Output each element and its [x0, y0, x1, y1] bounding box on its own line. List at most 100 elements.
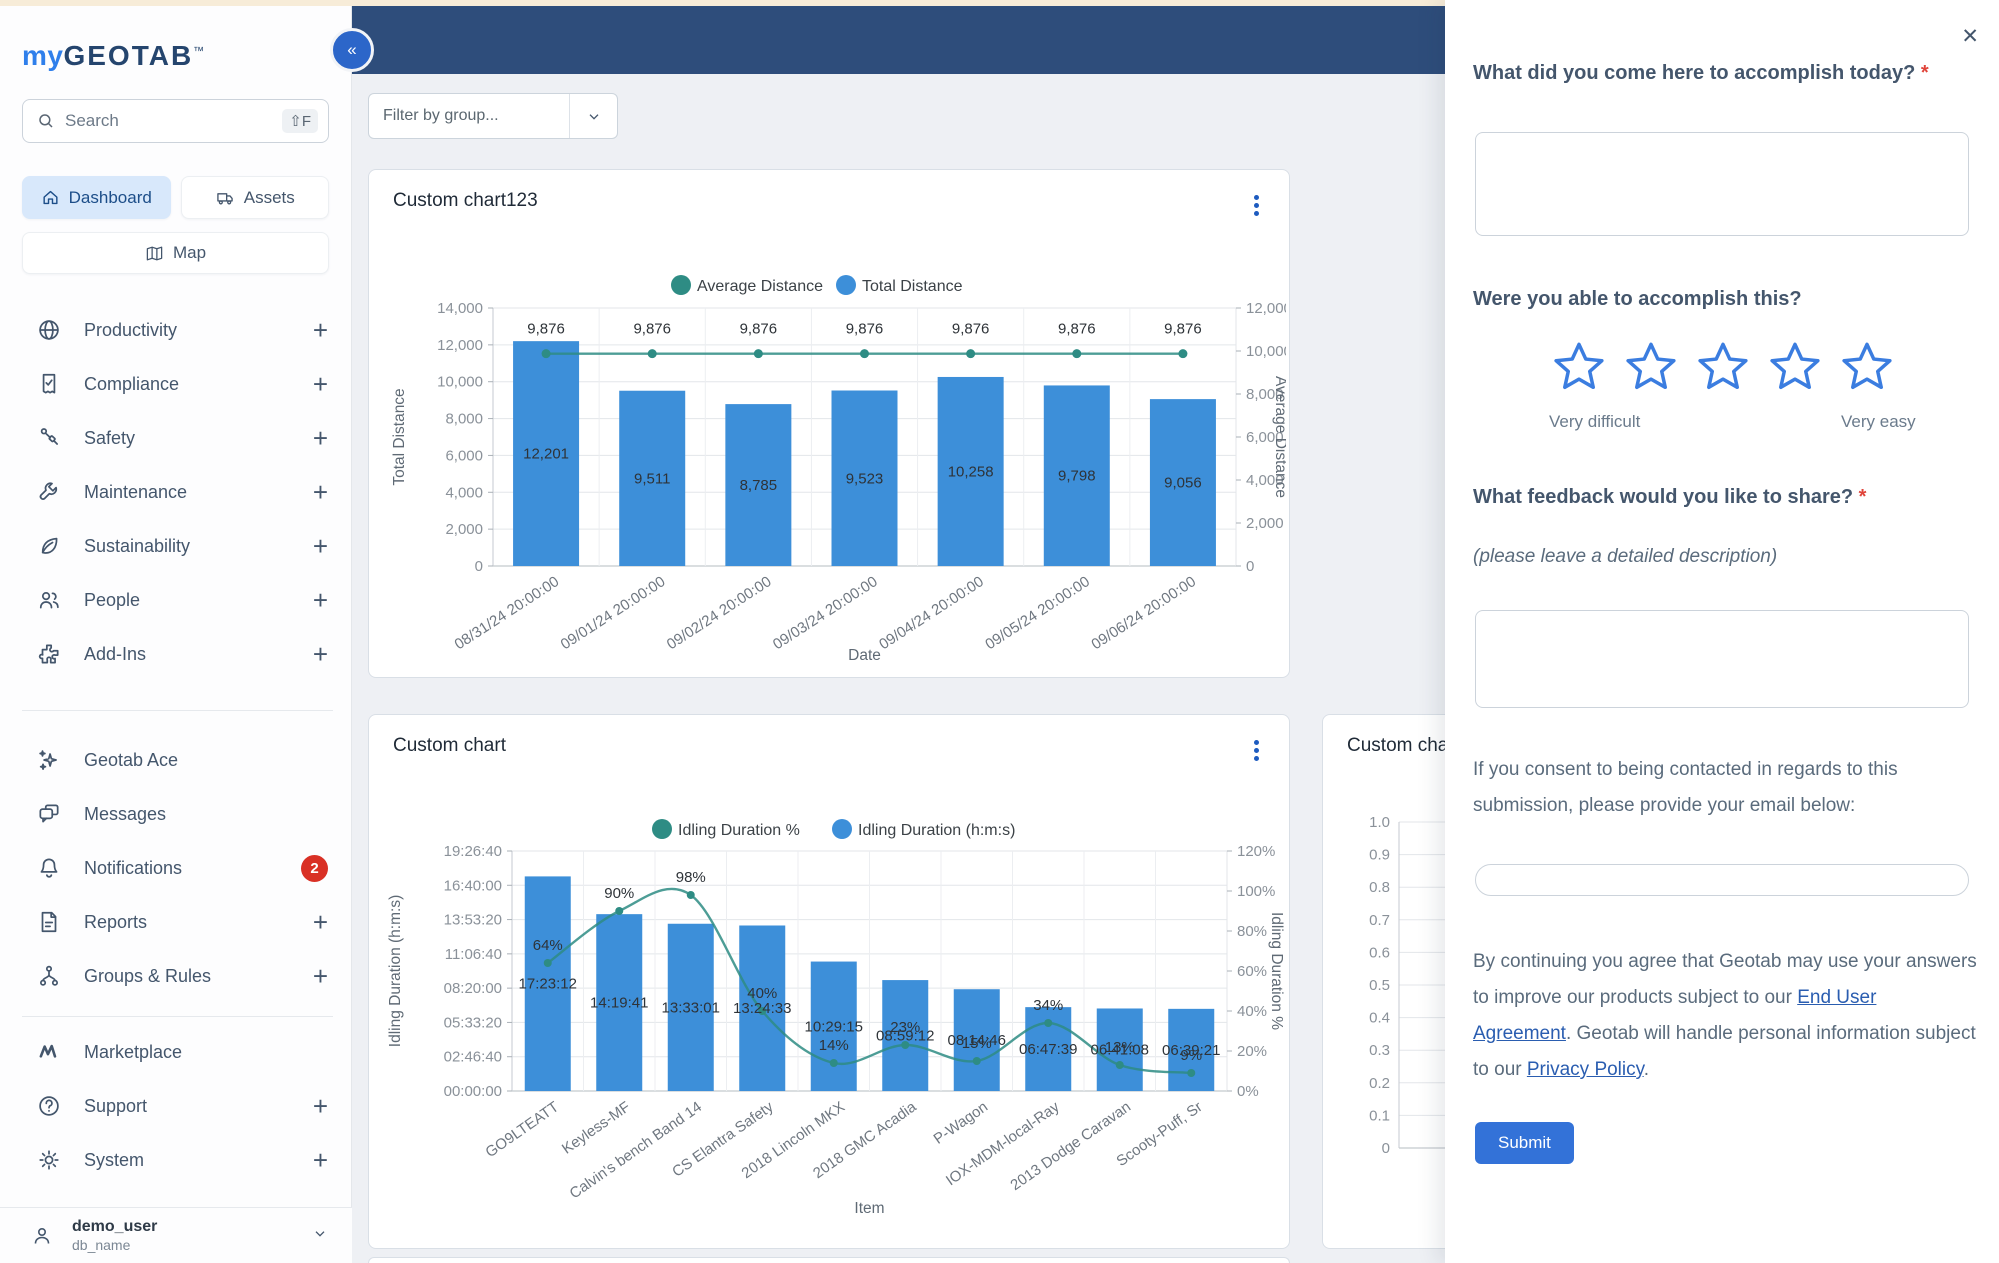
star-rating: Very difficult Very easy [1473, 340, 1971, 470]
assets-button[interactable]: Assets [180, 176, 329, 219]
sidebar-item-system[interactable]: System + [0, 1133, 352, 1187]
svg-text:16:40:00: 16:40:00 [444, 877, 502, 894]
sidebar-item-geotab-ace[interactable]: Geotab Ace [0, 733, 352, 787]
star-icon[interactable] [1551, 340, 1607, 394]
svg-text:9,876: 9,876 [740, 321, 778, 338]
sidebar-item-productivity[interactable]: Productivity + [0, 303, 352, 357]
bar-line-chart-distance: 0 2,000 4,000 6,000 8,000 10,000 12,000 14,000 0… [391, 275, 1286, 664]
sidebar-item-compliance[interactable]: Compliance + [0, 357, 352, 411]
svg-text:0.6: 0.6 [1369, 944, 1390, 961]
sidebar-item-add-ins[interactable]: Add-Ins + [0, 627, 352, 681]
dashboard-button[interactable]: Dashboard [22, 176, 171, 219]
svg-text:12,000: 12,000 [437, 337, 483, 354]
sidebar-item-messages[interactable]: Messages [0, 787, 352, 841]
feedback-textarea[interactable] [1475, 610, 1969, 708]
expand-plus-icon[interactable]: + [313, 907, 328, 938]
feedback-panel: ✕ What did you come here to accomplish t… [1445, 0, 1999, 1263]
svg-text:9,876: 9,876 [527, 321, 565, 338]
svg-text:11:06:40: 11:06:40 [445, 946, 502, 963]
sidebar-item-sustainability[interactable]: Sustainability + [0, 519, 352, 573]
accomplish-textarea[interactable] [1475, 132, 1969, 236]
question-accomplish-label: What did you come here to accomplish tod… [1473, 62, 1929, 84]
email-field[interactable] [1475, 864, 1969, 896]
svg-text:14%: 14% [819, 1037, 849, 1054]
kebab-menu-icon[interactable] [1245, 192, 1267, 218]
required-asterisk: * [1920, 62, 1929, 84]
chevron-down-icon [312, 1225, 328, 1246]
sidebar-item-maintenance[interactable]: Maintenance + [0, 465, 352, 519]
svg-text:40%: 40% [1237, 1003, 1267, 1020]
svg-text:12,201: 12,201 [523, 446, 569, 463]
star-icon[interactable] [1623, 340, 1679, 394]
star-icon[interactable] [1767, 340, 1823, 394]
sidebar-collapse-button[interactable]: « [330, 28, 374, 72]
svg-text:Average Distance: Average Distance [697, 278, 823, 295]
sidebar-item-reports[interactable]: Reports + [0, 895, 352, 949]
svg-text:34%: 34% [1033, 997, 1063, 1014]
user-menu[interactable]: demo_user db_name [0, 1207, 352, 1263]
kebab-menu-icon[interactable] [1245, 737, 1267, 763]
sidebar-item-label: Reports [84, 911, 148, 932]
svg-text:60%: 60% [1237, 963, 1267, 980]
svg-text:40%: 40% [747, 985, 777, 1002]
svg-text:2,000: 2,000 [1246, 515, 1284, 532]
star-icon[interactable] [1839, 340, 1895, 394]
expand-plus-icon[interactable]: + [313, 477, 328, 508]
sidebar-item-people[interactable]: People + [0, 573, 352, 627]
rating-high-caption: Very easy [1841, 412, 1916, 431]
bell-icon [36, 855, 62, 881]
sidebar-item-groups-rules[interactable]: Groups & Rules + [0, 949, 352, 1003]
dashboard-label: Dashboard [68, 187, 152, 207]
required-asterisk: * [1858, 486, 1867, 508]
svg-text:0%: 0% [1237, 1083, 1259, 1100]
svg-text:100%: 100% [1237, 883, 1275, 900]
map-button[interactable]: Map [22, 232, 329, 274]
svg-text:0: 0 [475, 558, 483, 575]
expand-plus-icon[interactable]: + [313, 369, 328, 400]
expand-plus-icon[interactable]: + [313, 531, 328, 562]
expand-plus-icon[interactable]: + [313, 639, 328, 670]
svg-text:P-Wagon: P-Wagon [931, 1098, 992, 1147]
notification-badge: 2 [301, 854, 328, 882]
nav-secondary: Geotab Ace Messages Notifications 2 Reports +… [0, 733, 352, 1003]
sidebar-item-label: Support [84, 1095, 148, 1116]
svg-text:2,000: 2,000 [445, 521, 483, 538]
group-filter-dropdown[interactable]: Filter by group... [368, 93, 618, 139]
svg-text:2013 Dodge Caravan: 2013 Dodge Caravan [1007, 1098, 1134, 1194]
close-icon[interactable]: ✕ [1961, 24, 1979, 49]
svg-text:23%: 23% [890, 1019, 920, 1036]
expand-plus-icon[interactable]: + [313, 1091, 328, 1122]
star-icon[interactable] [1695, 340, 1751, 394]
expand-plus-icon[interactable]: + [313, 1145, 328, 1176]
search-input[interactable]: Search ⇧F [22, 99, 329, 143]
svg-text:19:26:40: 19:26:40 [444, 843, 502, 860]
people-icon [36, 587, 62, 613]
svg-text:Total Distance: Total Distance [862, 278, 963, 295]
submit-button[interactable]: Submit [1475, 1122, 1574, 1164]
expand-plus-icon[interactable]: + [313, 423, 328, 454]
sidebar-item-support[interactable]: Support + [0, 1079, 352, 1133]
search-icon [37, 112, 55, 130]
svg-text:08/31/24 20:00:00: 08/31/24 20:00:00 [452, 573, 563, 653]
hierarchy-icon [36, 963, 62, 989]
svg-text:9,876: 9,876 [1058, 321, 1096, 338]
expand-plus-icon[interactable]: + [313, 585, 328, 616]
expand-plus-icon[interactable]: + [313, 315, 328, 346]
sidebar-item-safety[interactable]: Safety + [0, 411, 352, 465]
svg-text:10:29:15: 10:29:15 [805, 1018, 863, 1035]
svg-text:Idling Duration (h:m:s): Idling Duration (h:m:s) [858, 822, 1015, 839]
svg-text:90%: 90% [604, 885, 634, 902]
sidebar-item-label: Marketplace [84, 1041, 183, 1062]
sidebar-item-marketplace[interactable]: Marketplace [0, 1025, 352, 1079]
svg-text:17:23:12: 17:23:12 [519, 976, 577, 993]
privacy-policy-link[interactable]: Privacy Policy [1527, 1059, 1644, 1080]
expand-plus-icon[interactable]: + [313, 961, 328, 992]
legal-text: By continuing you agree that Geotab may … [1473, 951, 1977, 1080]
rating-low-caption: Very difficult [1549, 412, 1641, 431]
svg-text:0.1: 0.1 [1369, 1107, 1390, 1124]
sidebar-item-notifications[interactable]: Notifications 2 [0, 841, 352, 895]
sidebar-item-label: Maintenance [84, 481, 188, 502]
wrench-icon [36, 479, 62, 505]
svg-text:13:33:01: 13:33:01 [662, 999, 720, 1016]
sidebar-item-label: Groups & Rules [84, 965, 212, 986]
